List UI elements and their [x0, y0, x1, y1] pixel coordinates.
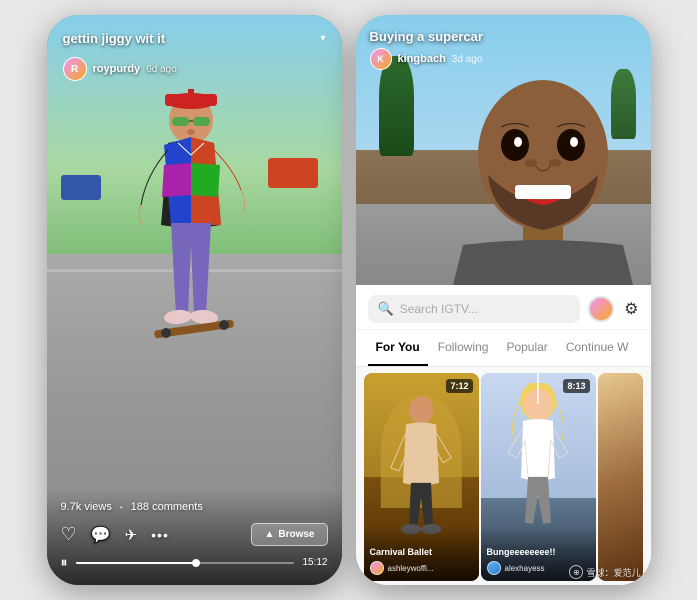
bottom-controls: ♡ 💬 ✈ ••• ▲ Browse [61, 523, 328, 546]
left-time-ago: 6d ago [146, 64, 177, 75]
heart-icon[interactable]: ♡ [61, 524, 77, 545]
phones-container: gettin jiggy wit it ▾ R roypurdy 6d ago … [37, 5, 661, 595]
right-avatar[interactable]: K [370, 48, 392, 70]
right-user-info: K kingbach 3d ago [370, 48, 637, 70]
tab-following[interactable]: Following [430, 330, 497, 366]
right-person-figure [443, 45, 643, 285]
thumb-avatar-2 [487, 561, 501, 575]
left-avatar[interactable]: R [63, 57, 87, 81]
search-section: 🔍 Search IGTV... ⚙ [356, 285, 651, 330]
tabs-row: For You Following Popular Continue W [356, 330, 651, 367]
action-icons: ♡ 💬 ✈ ••• [61, 524, 169, 545]
thumb-duration-2: 8:13 [563, 379, 589, 393]
left-bottom-overlay: 9.7k views • 188 comments ♡ 💬 ✈ ••• ▲ Br… [47, 489, 342, 585]
thumb-bottom-1: Carnival Ballet ashleywoffi... [364, 527, 479, 581]
thumb-username-1: ashleywoffi... [388, 564, 434, 573]
bungee-person-svg [501, 383, 576, 533]
more-icon[interactable]: ••• [151, 527, 169, 543]
progress-bar-container: ⏸ 15:12 [61, 554, 328, 571]
search-row: 🔍 Search IGTV... ⚙ [368, 295, 639, 323]
profile-icon[interactable] [588, 296, 614, 322]
thumb-avatar-1 [370, 561, 384, 575]
search-bar[interactable]: 🔍 Search IGTV... [368, 295, 581, 323]
thumb-user-row-1: ashleywoffi... [370, 561, 473, 575]
right-phone-header: Buying a supercar K kingbach 3d ago [370, 29, 637, 70]
video-duration: 15:12 [302, 557, 327, 568]
left-phone-header: gettin jiggy wit it ▾ [63, 31, 326, 46]
watermark-text: 雪球：爱范儿 [586, 566, 640, 579]
thumbnail-partial[interactable] [598, 373, 643, 581]
progress-dot [192, 559, 200, 567]
thumbnails-grid: 7:12 Carnival Ballet ashleywoffi... [356, 367, 651, 585]
left-user-info: R roypurdy 6d ago [63, 57, 177, 81]
left-phone: gettin jiggy wit it ▾ R roypurdy 6d ago … [47, 15, 342, 585]
stat-separator: • [120, 503, 123, 512]
thumb-title-1: Carnival Ballet [370, 547, 473, 558]
browse-button[interactable]: ▲ Browse [251, 523, 327, 546]
tab-popular[interactable]: Popular [498, 330, 555, 366]
carnival-person-svg [381, 390, 462, 536]
partial-bg [598, 373, 643, 581]
right-time-ago: 3d ago [452, 54, 483, 65]
dropdown-icon[interactable]: ▾ [320, 33, 325, 44]
settings-icon[interactable]: ⚙ [624, 299, 638, 319]
thumb-username-2: alexhayess [505, 564, 545, 573]
thumbnail-bungee[interactable]: 8:13 Bungeeeeeeee!! alexhayess [481, 373, 596, 581]
bungee-rope [537, 373, 539, 404]
watermark-icon: ⊕ [569, 565, 583, 579]
skater-figure [116, 85, 266, 465]
progress-fill [76, 562, 196, 564]
views-count: 9.7k views [61, 501, 112, 513]
left-video-title: gettin jiggy wit it [63, 31, 313, 46]
tab-continue[interactable]: Continue W [558, 330, 637, 366]
thumb-duration-1: 7:12 [446, 379, 472, 393]
thumbnail-carnival[interactable]: 7:12 Carnival Ballet ashleywoffi... [364, 373, 479, 581]
share-icon[interactable]: ✈ [125, 526, 138, 544]
tab-for-you[interactable]: For You [368, 330, 428, 366]
browse-arrow-icon: ▲ [264, 529, 274, 540]
browse-label: Browse [278, 529, 314, 540]
search-icon: 🔍 [378, 301, 394, 317]
progress-track[interactable] [76, 562, 295, 564]
bg-car-2 [268, 158, 318, 188]
thumb-title-2: Bungeeeeeeee!! [487, 547, 590, 558]
stats-row: 9.7k views • 188 comments [61, 501, 328, 513]
comments-count: 188 comments [131, 501, 203, 513]
watermark: ⊕ 雪球：爱范儿 [569, 565, 640, 579]
comment-icon[interactable]: 💬 [91, 525, 111, 545]
right-video-title: Buying a supercar [370, 29, 637, 44]
search-placeholder-text: Search IGTV... [400, 302, 478, 316]
left-username[interactable]: roypurdy [93, 63, 141, 75]
right-username[interactable]: kingbach [398, 53, 446, 65]
left-video-background: gettin jiggy wit it ▾ R roypurdy 6d ago … [47, 15, 342, 585]
pause-button[interactable]: ⏸ [61, 554, 68, 571]
tree-bg [379, 56, 414, 156]
right-top-video: Buying a supercar K kingbach 3d ago [356, 15, 651, 285]
bg-car [61, 175, 101, 200]
right-phone: Buying a supercar K kingbach 3d ago 🔍 Se… [356, 15, 651, 585]
search-right-icons: ⚙ [588, 296, 638, 322]
